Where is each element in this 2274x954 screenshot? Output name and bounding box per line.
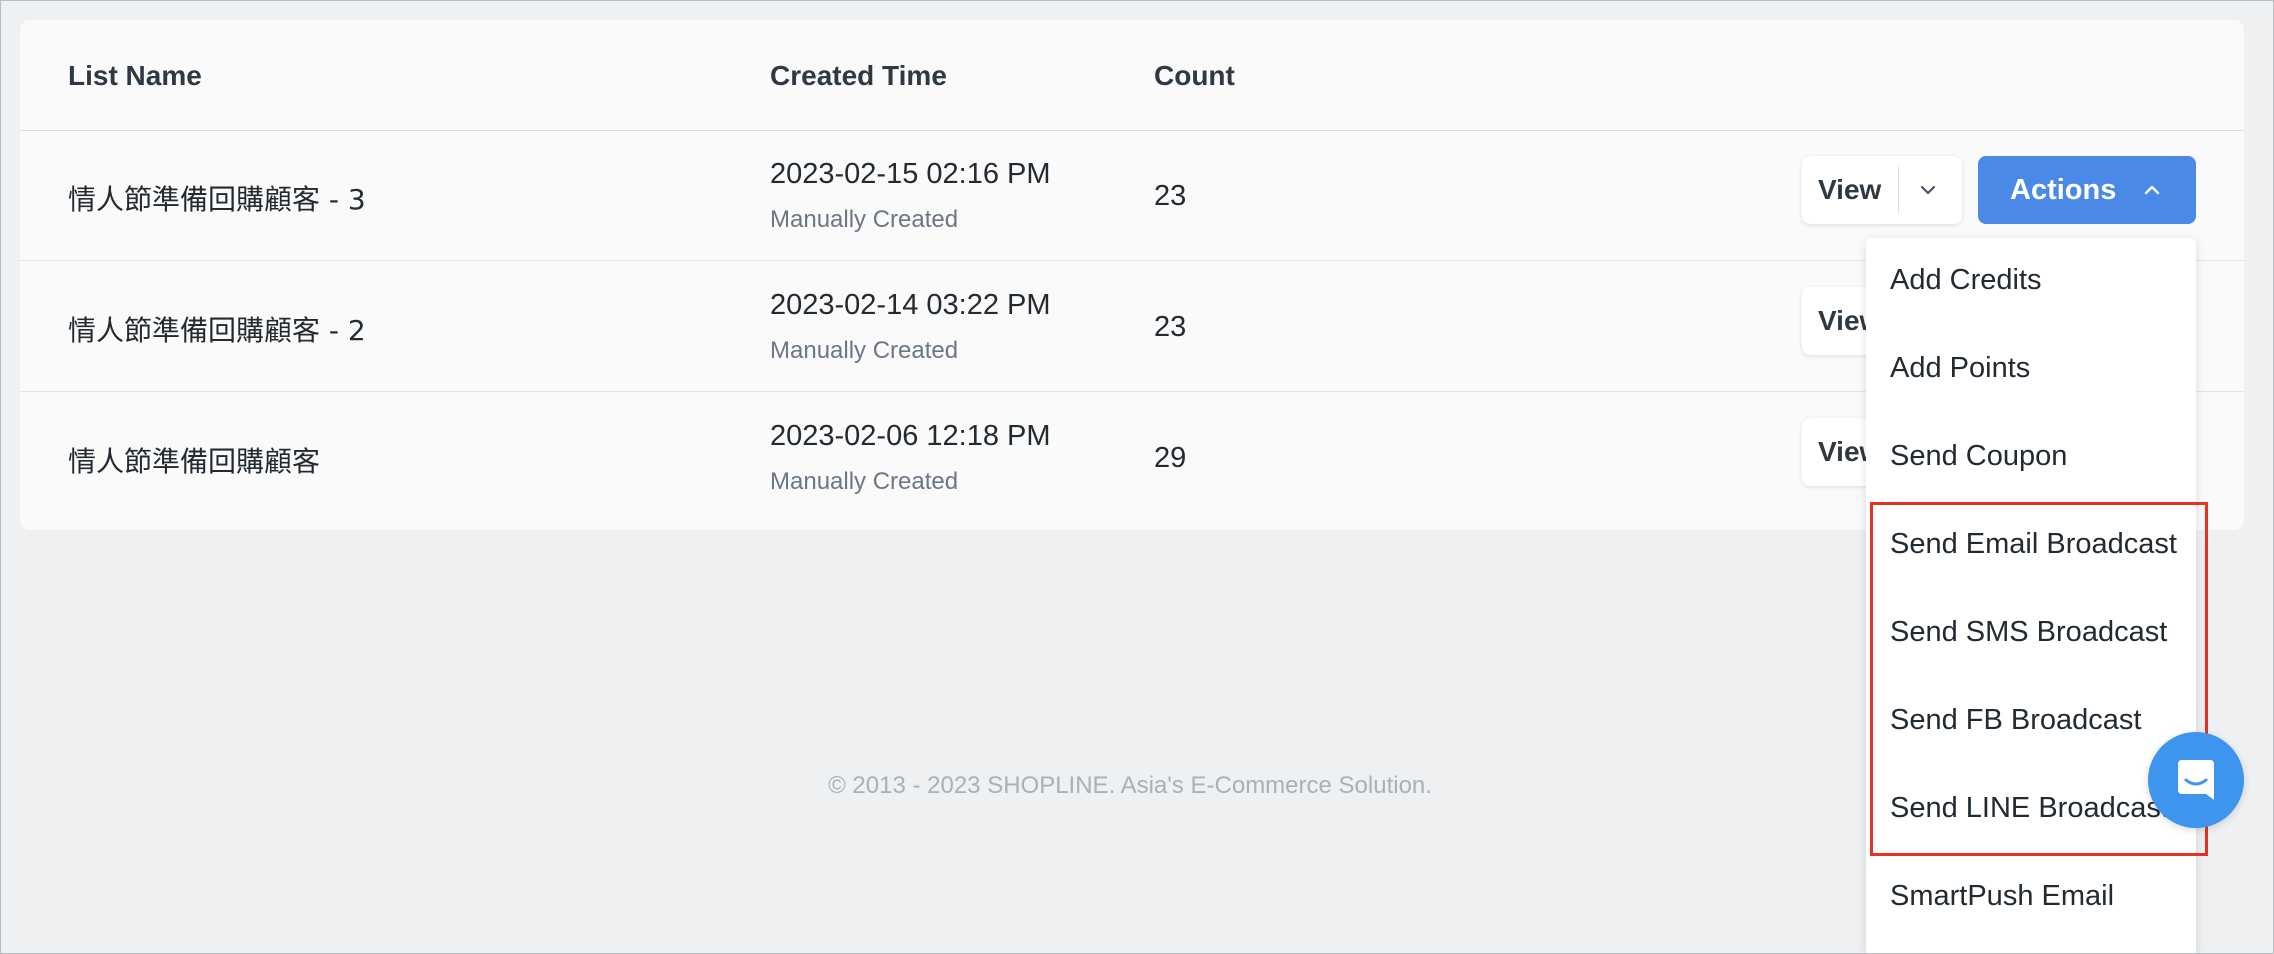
list-name: 情人節準備回購顧客 - 3 <box>68 183 366 216</box>
chevron-up-icon <box>2138 178 2166 202</box>
actions-button[interactable]: Actions <box>1978 156 2196 224</box>
customer-count: 29 <box>1154 442 1187 474</box>
created-time: 2023-02-14 03:22 PM <box>770 289 1051 321</box>
customer-count: 23 <box>1154 180 1187 212</box>
chat-icon <box>2178 760 2214 800</box>
created-time: 2023-02-06 12:18 PM <box>770 420 1051 452</box>
chevron-down-icon[interactable] <box>1914 178 1942 202</box>
created-method: Manually Created <box>770 337 959 364</box>
actions-dropdown-menu: Add Credits Add Points Send Coupon Send … <box>1866 238 2196 954</box>
customer-count: 23 <box>1154 311 1187 343</box>
created-time: 2023-02-15 02:16 PM <box>770 158 1051 190</box>
created-method: Manually Created <box>770 206 959 233</box>
menu-item-send-line-broadcast[interactable]: Send LINE Broadcast <box>1890 792 2169 825</box>
chat-launcher-button[interactable] <box>2148 732 2244 828</box>
column-header-list-name: List Name <box>68 60 202 91</box>
menu-item-send-fb-broadcast[interactable]: Send FB Broadcast <box>1890 704 2141 737</box>
menu-item-send-email-broadcast[interactable]: Send Email Broadcast <box>1890 528 2177 561</box>
view-button-label: View <box>1818 174 1882 205</box>
created-method: Manually Created <box>770 468 959 495</box>
list-name: 情人節準備回購顧客 <box>68 445 321 478</box>
table-header: List Name Created Time Count <box>20 20 2244 131</box>
view-button[interactable]: View <box>1802 156 1962 224</box>
list-name: 情人節準備回購顧客 - 2 <box>68 314 366 347</box>
view-button-divider <box>1898 166 1899 214</box>
menu-item-send-coupon[interactable]: Send Coupon <box>1890 440 2067 473</box>
actions-button-label: Actions <box>2010 174 2117 206</box>
menu-item-send-sms-broadcast[interactable]: Send SMS Broadcast <box>1890 616 2167 649</box>
column-header-count: Count <box>1154 60 1235 91</box>
column-header-created-time: Created Time <box>770 60 947 91</box>
menu-item-add-credits[interactable]: Add Credits <box>1890 264 2042 297</box>
menu-item-add-points[interactable]: Add Points <box>1890 352 2030 385</box>
menu-item-smartpush-email[interactable]: SmartPush Email <box>1890 880 2114 913</box>
